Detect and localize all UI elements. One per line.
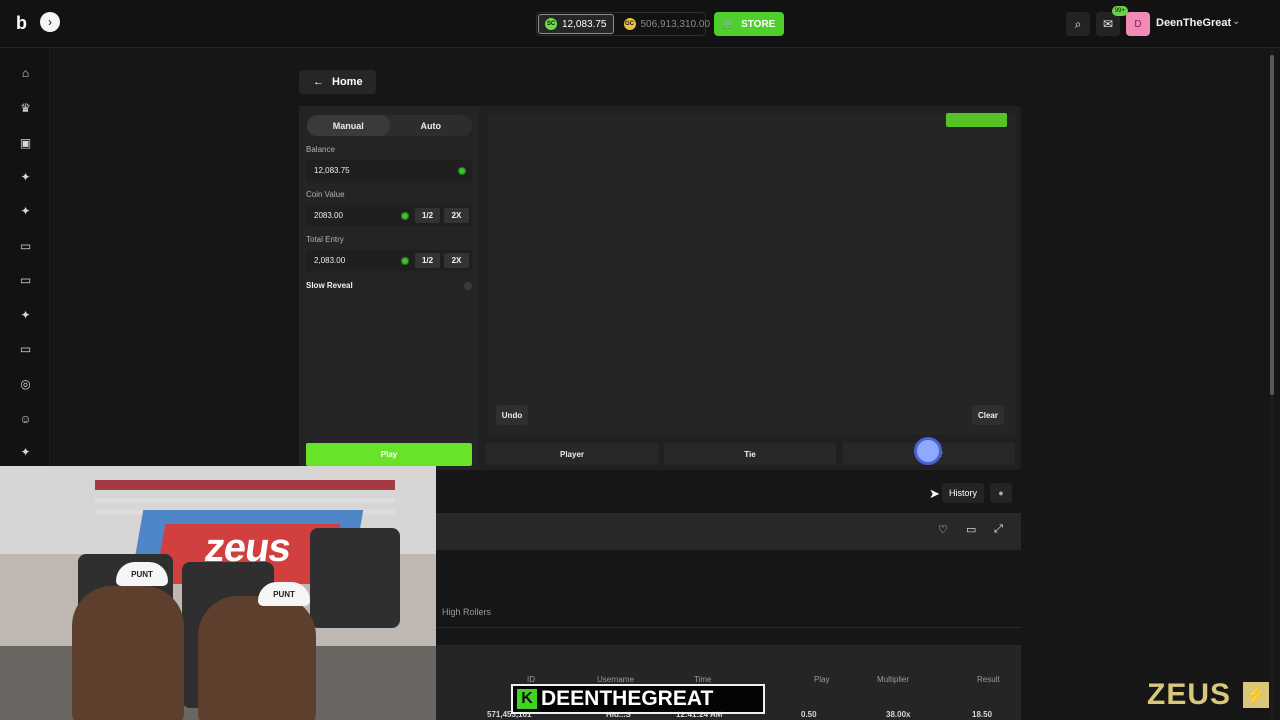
table-header-result: Result [977, 675, 1000, 684]
gift-box-icon[interactable]: ▣ [18, 135, 33, 150]
history-button[interactable]: History [942, 483, 984, 503]
coin-value-currency-icon [401, 211, 409, 220]
play-button[interactable]: Play [306, 443, 472, 466]
currency-icon [458, 166, 466, 175]
gc-coin-icon: GC [623, 18, 636, 30]
home-back-button[interactable]: ← Home [299, 70, 376, 94]
stream-k-icon: K [517, 689, 537, 709]
mail-button[interactable]: ✉ 99+ [1096, 6, 1128, 36]
table-cell-play: 0.50 [801, 710, 817, 719]
home-label: Home [332, 76, 363, 88]
brand-logo[interactable]: b [16, 13, 27, 34]
page-scrollbar-thumb[interactable] [1270, 55, 1274, 395]
webcam-red-band [95, 480, 395, 490]
table-header-username: Username [597, 675, 634, 684]
cart-icon: 🛒 [722, 18, 736, 30]
board-green-indicator [946, 113, 1007, 127]
total-entry-currency-icon [401, 256, 409, 265]
search-icon: ⌕ [1074, 16, 1082, 31]
user-icon[interactable]: ☺ [18, 411, 33, 426]
fullscreen-icon[interactable]: ⤢ [994, 523, 1003, 536]
total-half-button[interactable]: 1/2 [415, 253, 440, 268]
table-cell-result: 18.50 [972, 710, 993, 719]
arrow-left-icon: ← [313, 76, 324, 88]
stream-name-overlay: K DEENTHEGREAT [511, 684, 765, 714]
coupon-icon[interactable]: ▭ [18, 272, 33, 287]
undo-button[interactable]: Undo [496, 405, 528, 425]
gc-balance: 506,913,310.00 [640, 18, 711, 30]
sc-balance-pill[interactable]: SC 12,083.75 [538, 14, 614, 34]
top-bar: b › SC 12,083.75 GC 506,913,310.00 🛒 STO… [0, 0, 1280, 48]
sc-coin-icon: SC [545, 18, 557, 30]
balance-label: Balance [306, 145, 335, 154]
table-cell-multiplier: 38.00x [886, 710, 911, 719]
theater-mode-icon[interactable]: ▭ [966, 523, 976, 536]
ticket-icon[interactable]: ▭ [18, 238, 33, 253]
slow-reveal-switch[interactable] [464, 281, 472, 290]
mail-icon: ✉ [1102, 17, 1114, 31]
home-icon[interactable]: ⌂ [18, 65, 33, 80]
tie-bet-button[interactable]: Tie [664, 443, 836, 465]
coin-half-button[interactable]: 1/2 [415, 208, 440, 223]
total-entry-label: Total Entry [306, 235, 344, 244]
webcam-person-center [198, 596, 316, 720]
manual-mode-button[interactable]: Manual [307, 115, 390, 136]
brand-watermark-text: ZEUS [1147, 678, 1232, 711]
tabs-divider [436, 627, 1021, 628]
balance-value: 12,083.75 [314, 166, 350, 175]
mode-toggle[interactable]: Manual Auto [307, 115, 472, 136]
sc-balance: 12,083.75 [562, 18, 607, 30]
auto-mode-button[interactable]: Auto [390, 115, 473, 136]
game-footer-bar [436, 513, 1021, 550]
webcam-ropes [95, 498, 395, 503]
username[interactable]: DeenTheGreat [1156, 17, 1231, 29]
bolt-icon: ⚡ [1243, 682, 1269, 708]
balance-field: 12,083.75 [306, 160, 472, 181]
slow-reveal-label: Slow Reveal [306, 281, 353, 290]
heart-icon[interactable]: ♡ [938, 523, 948, 536]
voucher-icon[interactable]: ▭ [18, 341, 33, 356]
promo-icon[interactable]: ✦ [18, 169, 33, 184]
webcam-person-left [72, 586, 184, 720]
search-button[interactable]: ⌕ [1066, 12, 1090, 36]
chevron-down-icon[interactable]: ⌄ [1232, 16, 1240, 27]
bonus-icon[interactable]: ✦ [18, 307, 33, 322]
game-board[interactable] [488, 113, 1016, 435]
avatar[interactable]: D [1126, 12, 1150, 36]
clear-button[interactable]: Clear [972, 405, 1004, 425]
total-entry-input[interactable]: 2,083.00 [314, 256, 345, 265]
store-button[interactable]: 🛒 STORE [714, 12, 784, 36]
gift-icon[interactable]: ✦ [18, 444, 33, 459]
webcam-cap-right: PUNT [258, 582, 310, 606]
coin-double-button[interactable]: 2X [444, 208, 469, 223]
webcam-overlay: zeus PUNT PUNT [0, 466, 436, 720]
mouse-cursor-icon: ➤ [929, 486, 940, 501]
crown-icon[interactable]: ♛ [18, 100, 33, 115]
rewards-icon[interactable]: ✦ [18, 203, 33, 218]
coin-value-field[interactable]: 2083.00 1/2 2X [306, 205, 472, 226]
coin-value-label: Coin Value [306, 190, 345, 199]
wallet-selector[interactable]: SC 12,083.75 GC 506,913,310.00 [536, 12, 710, 36]
coin-value-input[interactable]: 2083.00 [314, 211, 343, 220]
sidebar-toggle-icon[interactable]: › [40, 12, 60, 32]
tab-high-rollers[interactable]: High Rollers [442, 607, 491, 617]
table-header-time: Time [694, 675, 712, 684]
total-entry-field[interactable]: 2,083.00 1/2 2X [306, 250, 472, 271]
slow-reveal-toggle[interactable]: Slow Reveal [306, 280, 472, 291]
table-header-multiplier: Multiplier [877, 675, 910, 684]
webcam-cap-left: PUNT [116, 562, 168, 586]
table-header-play: Play [814, 675, 830, 684]
history-settings-icon[interactable]: ● [990, 483, 1012, 503]
webcam-chair-right [310, 528, 400, 628]
store-label: STORE [741, 18, 776, 30]
table-header-id: ID [527, 675, 535, 684]
chip-icon[interactable] [914, 437, 942, 465]
gc-balance-pill[interactable]: GC 506,913,310.00 [618, 14, 717, 34]
total-double-button[interactable]: 2X [444, 253, 469, 268]
player-bet-button[interactable]: Player [486, 443, 658, 465]
stream-name-text: DEENTHEGREAT [541, 687, 714, 710]
badge-icon[interactable]: ◎ [18, 376, 33, 391]
